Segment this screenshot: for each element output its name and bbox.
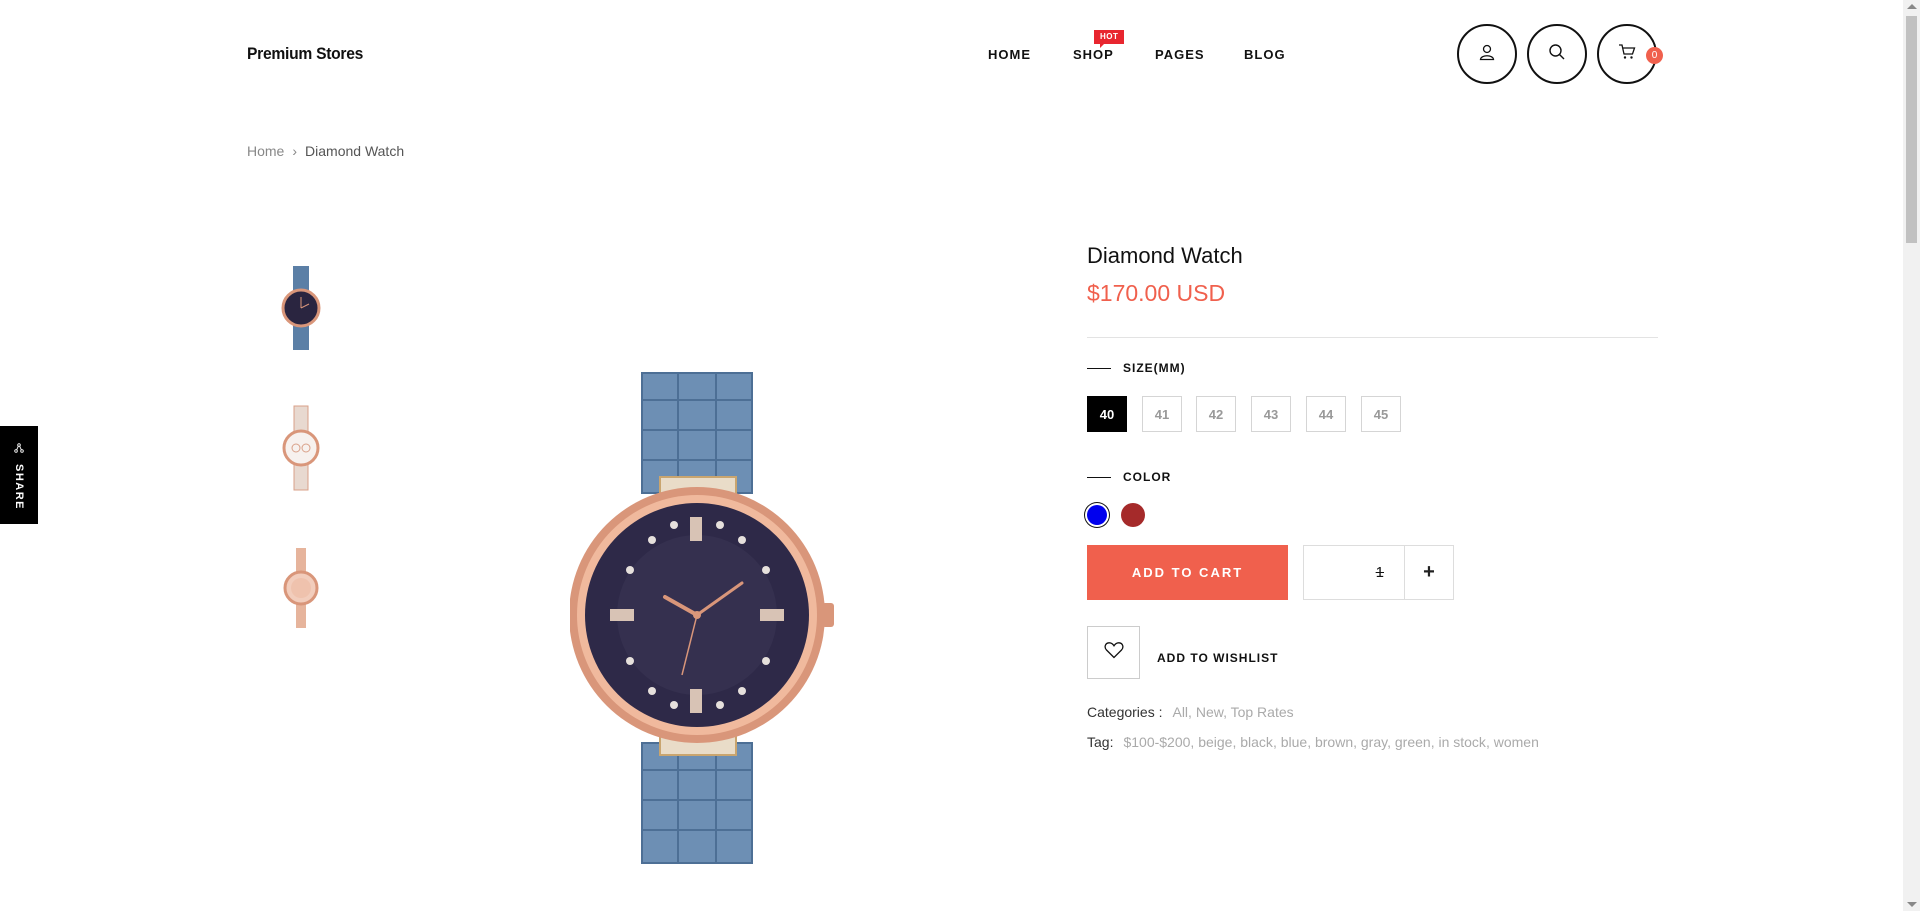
breadcrumb: Home › Diamond Watch <box>247 143 404 159</box>
size-option-43[interactable]: 43 <box>1251 396 1291 432</box>
color-label-text: COLOR <box>1123 470 1172 484</box>
user-icon <box>1478 43 1496 66</box>
size-option-40[interactable]: 40 <box>1087 396 1127 432</box>
tag-link[interactable]: brown <box>1315 734 1353 750</box>
heart-icon <box>1103 641 1124 664</box>
share-tab[interactable]: SHARE <box>0 426 38 524</box>
account-button[interactable] <box>1457 24 1517 84</box>
breadcrumb-current: Diamond Watch <box>305 143 405 159</box>
tags-list: $100-$200, beige, black, blue, brown, gr… <box>1123 734 1539 750</box>
tag-link[interactable]: black <box>1240 734 1273 750</box>
color-swatch-red[interactable] <box>1121 503 1145 527</box>
breadcrumb-home-link[interactable]: Home <box>247 143 284 159</box>
quantity-input[interactable] <box>1304 546 1404 599</box>
categories-label: Categories : <box>1087 704 1163 720</box>
cart-icon <box>1618 43 1636 66</box>
product-price: $170.00 USD <box>1087 280 1226 306</box>
size-label-text: SIZE(MM) <box>1123 361 1186 375</box>
white-watch-thumbnail-image <box>282 405 320 491</box>
categories-list: All, New, Top Rates <box>1172 704 1294 720</box>
thumbnail-rose-watch[interactable] <box>268 542 334 634</box>
product-title: Diamond Watch <box>1087 243 1243 268</box>
nav-item-blog[interactable]: BLOG <box>1244 47 1286 62</box>
scroll-up-arrow-icon[interactable] <box>1907 4 1917 9</box>
tag-link[interactable]: women <box>1494 734 1539 750</box>
search-icon <box>1548 43 1566 66</box>
size-option-42[interactable]: 42 <box>1196 396 1236 432</box>
site-logo[interactable]: Premium Stores <box>247 44 363 64</box>
size-option-41[interactable]: 41 <box>1142 396 1182 432</box>
dash-divider <box>1087 476 1111 478</box>
size-option-label: SIZE(MM) <box>1087 361 1186 375</box>
size-option-45[interactable]: 45 <box>1361 396 1401 432</box>
dash-divider <box>1087 367 1111 369</box>
tag-link[interactable]: gray <box>1361 734 1387 750</box>
main-product-image[interactable] <box>569 365 840 865</box>
nav-item-pages[interactable]: PAGES <box>1155 47 1205 62</box>
thumbnail-white-watch[interactable] <box>268 402 334 494</box>
tag-link[interactable]: beige <box>1198 734 1232 750</box>
tag-link[interactable]: blue <box>1281 734 1307 750</box>
wishlist-button[interactable] <box>1087 626 1140 679</box>
tag-link[interactable]: in stock <box>1438 734 1485 750</box>
tags-row: Tag: $100-$200, beige, black, blue, brow… <box>1087 734 1539 750</box>
category-link[interactable]: All <box>1172 704 1188 720</box>
breadcrumb-separator-icon: › <box>292 143 298 159</box>
scroll-down-arrow-icon[interactable] <box>1907 902 1917 907</box>
tag-link[interactable]: $100-$200 <box>1123 734 1190 750</box>
category-link[interactable]: Top Rates <box>1231 704 1294 720</box>
hot-badge: HOT <box>1094 30 1125 48</box>
size-option-44[interactable]: 44 <box>1306 396 1346 432</box>
quantity-stepper: + <box>1303 545 1454 600</box>
quantity-plus-button[interactable]: + <box>1404 546 1453 599</box>
nav-item-home[interactable]: HOME <box>988 47 1031 62</box>
divider <box>1087 337 1658 338</box>
diamond-watch-image <box>569 372 834 864</box>
wishlist-label[interactable]: ADD TO WISHLIST <box>1157 651 1278 665</box>
tags-label: Tag: <box>1087 734 1114 750</box>
page-scrollbar[interactable] <box>1903 0 1920 911</box>
categories-row: Categories : All, New, Top Rates <box>1087 704 1294 720</box>
search-button[interactable] <box>1527 24 1587 84</box>
color-swatch-blue[interactable] <box>1087 505 1107 525</box>
category-link[interactable]: New <box>1196 704 1223 720</box>
nav-item-shop[interactable]: SHOP <box>1073 47 1114 62</box>
rose-watch-thumbnail-image <box>283 548 319 628</box>
tag-link[interactable]: green <box>1395 734 1431 750</box>
share-icon <box>14 440 24 458</box>
cart-count-badge: 0 <box>1646 47 1663 64</box>
thumbnail-blue-watch[interactable] <box>268 262 334 354</box>
color-option-label: COLOR <box>1087 470 1171 484</box>
blue-watch-thumbnail-image <box>281 266 321 350</box>
share-label: SHARE <box>13 463 25 510</box>
add-to-cart-button[interactable]: ADD TO CART <box>1087 545 1288 600</box>
scrollbar-thumb[interactable] <box>1906 16 1917 243</box>
